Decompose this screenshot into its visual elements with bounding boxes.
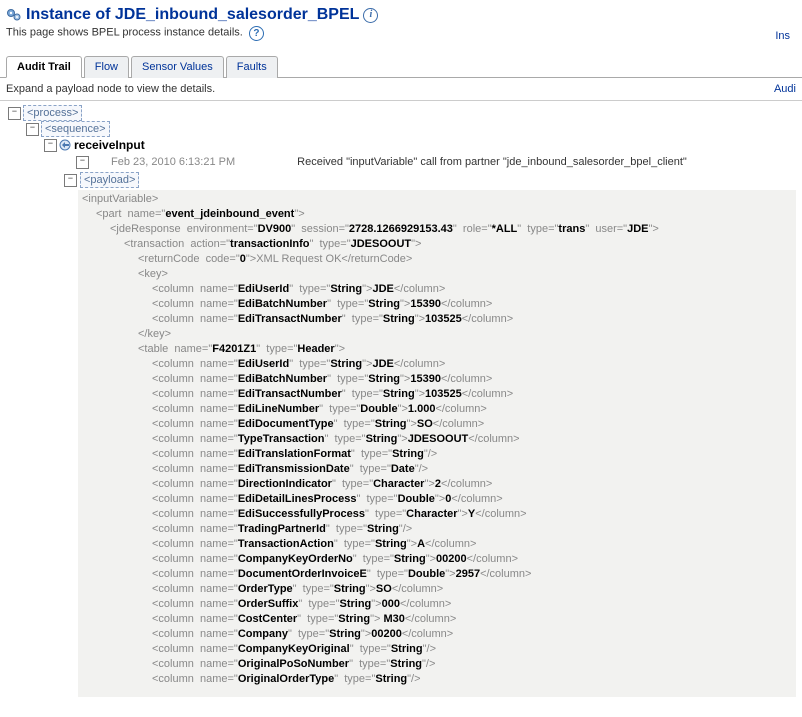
expand-hint: Expand a payload node to view the detail… bbox=[6, 83, 215, 95]
sequence-node[interactable]: <sequence> bbox=[41, 121, 110, 137]
tab-sensor-values[interactable]: Sensor Values bbox=[131, 56, 224, 78]
audit-tree: − <process> − <sequence> − receiveInput … bbox=[0, 101, 802, 717]
right-link-truncated[interactable]: Ins bbox=[775, 30, 790, 42]
right-link-truncated-2[interactable]: Audi bbox=[774, 83, 796, 95]
page-title: Instance of JDE_inbound_salesorder_BPEL … bbox=[6, 6, 378, 24]
collapse-toggle[interactable]: − bbox=[76, 156, 89, 169]
collapse-toggle[interactable]: − bbox=[44, 139, 57, 152]
page-subtitle: This page shows BPEL process instance de… bbox=[6, 27, 243, 39]
process-icon bbox=[6, 7, 22, 23]
process-node[interactable]: <process> bbox=[23, 105, 82, 121]
event-message: Received "inputVariable" call from partn… bbox=[297, 156, 687, 169]
help-icon[interactable]: ? bbox=[249, 26, 264, 41]
page-title-text: Instance of JDE_inbound_salesorder_BPEL bbox=[26, 6, 359, 24]
collapse-toggle[interactable]: − bbox=[64, 174, 77, 187]
collapse-toggle[interactable]: − bbox=[26, 123, 39, 136]
tab-flow[interactable]: Flow bbox=[84, 56, 129, 78]
tab-bar: Audit Trail Flow Sensor Values Faults bbox=[6, 56, 796, 78]
collapse-toggle[interactable]: − bbox=[8, 107, 21, 120]
receive-input-node[interactable]: receiveInput bbox=[59, 137, 145, 153]
event-timestamp: Feb 23, 2010 6:13:21 PM bbox=[111, 156, 235, 169]
tab-audit-trail[interactable]: Audit Trail bbox=[6, 56, 82, 78]
tab-faults[interactable]: Faults bbox=[226, 56, 278, 78]
info-icon[interactable]: i bbox=[363, 8, 378, 23]
xml-payload: <inputVariable><part name="event_jdeinbo… bbox=[78, 190, 796, 697]
payload-node[interactable]: <payload> bbox=[80, 172, 139, 188]
receive-input-label: receiveInput bbox=[74, 137, 145, 153]
activity-icon bbox=[59, 139, 71, 151]
